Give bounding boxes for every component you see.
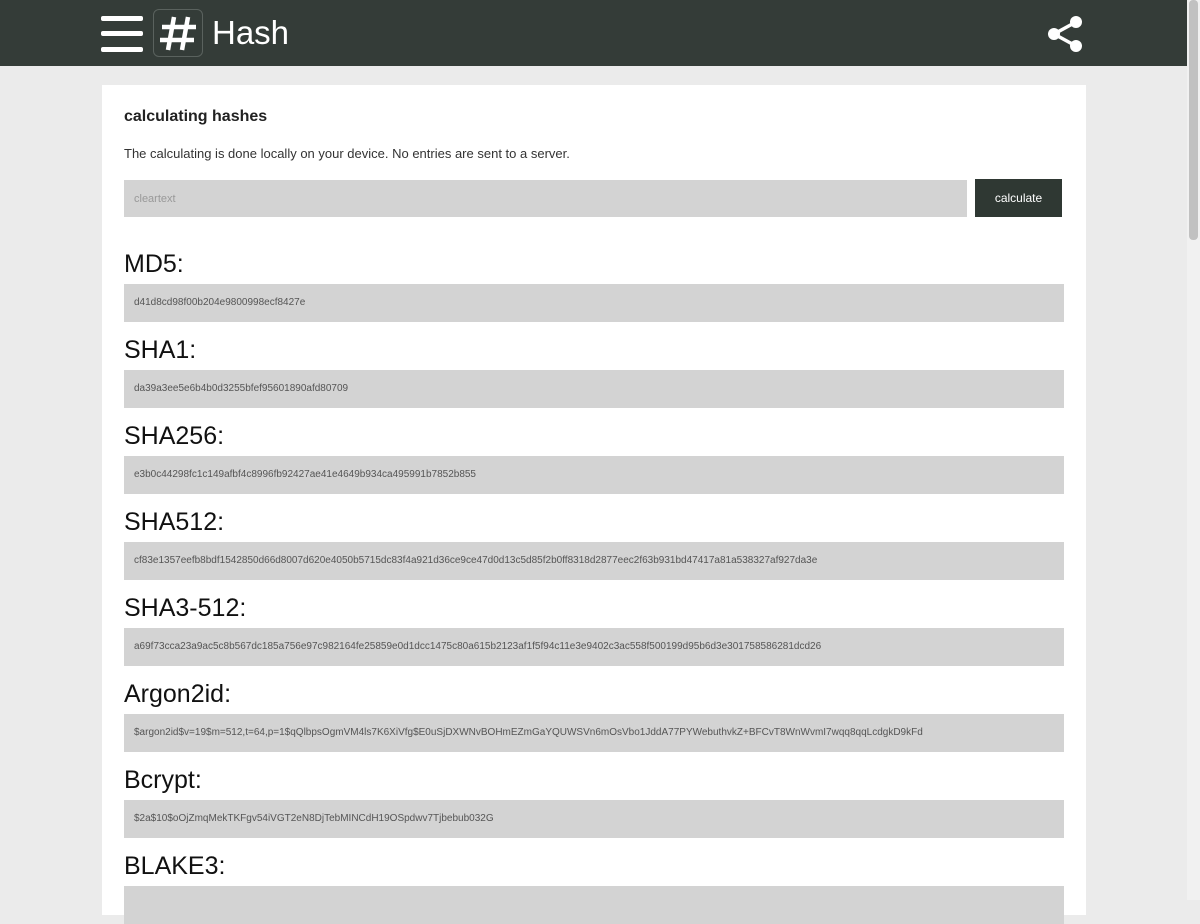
- card-title: calculating hashes: [124, 108, 268, 125]
- hash-bcrypt: Bcrypt: $2a$10$oOjZmqMekTKFgv54iVGT2eN8D…: [124, 765, 1064, 838]
- hash-sha256: SHA256: e3b0c44298fc1c149afbf4c8996fb924…: [124, 421, 1064, 494]
- hash-sha1: SHA1: da39a3ee5e6b4b0d3255bfef95601890af…: [124, 335, 1064, 408]
- app-title: Hash: [212, 14, 290, 51]
- hash-calculator-card: calculating hashes The calculating is do…: [102, 85, 1086, 924]
- hash-value-field[interactable]: $argon2id$v=19$m=512,t=64,p=1$qQlbpsOgmV…: [124, 714, 1064, 752]
- hash-label: SHA512:: [124, 508, 225, 536]
- cleartext-input[interactable]: [124, 180, 967, 217]
- app-header: Hash: [0, 0, 1187, 66]
- hash-label: MD5:: [124, 250, 184, 278]
- hash-label: BLAKE3:: [124, 852, 226, 880]
- privacy-notice: The calculating is done locally on your …: [124, 146, 570, 161]
- hash-label: SHA1:: [124, 336, 197, 364]
- share-icon[interactable]: [1045, 14, 1085, 54]
- hash-argon2id: Argon2id: $argon2id$v=19$m=512,t=64,p=1$…: [124, 679, 1064, 752]
- calculate-button[interactable]: calculate: [975, 179, 1062, 217]
- hash-md5: MD5: d41d8cd98f00b204e9800998ecf8427e: [124, 249, 1064, 322]
- hash-label: Argon2id:: [124, 680, 232, 708]
- hash-symbol-icon: [153, 9, 203, 57]
- hash-value-field[interactable]: da39a3ee5e6b4b0d3255bfef95601890afd80709: [124, 370, 1064, 408]
- hash-label: SHA3-512:: [124, 594, 247, 622]
- scrollbar-thumb[interactable]: [1189, 0, 1198, 240]
- hash-value-field[interactable]: d41d8cd98f00b204e9800998ecf8427e: [124, 284, 1064, 322]
- hash-value-field[interactable]: e3b0c44298fc1c149afbf4c8996fb92427ae41e4…: [124, 456, 1064, 494]
- hash-value-field[interactable]: a69f73cca23a9ac5c8b567dc185a756e97c98216…: [124, 628, 1064, 666]
- hash-sha512: SHA512: cf83e1357eefb8bdf1542850d66d8007…: [124, 507, 1064, 580]
- hamburger-menu-icon[interactable]: [100, 13, 144, 55]
- hash-sha3-512: SHA3-512: a69f73cca23a9ac5c8b567dc185a75…: [124, 593, 1064, 666]
- hash-label: SHA256:: [124, 422, 225, 450]
- hash-value-field[interactable]: [124, 886, 1064, 924]
- hash-value-field[interactable]: $2a$10$oOjZmqMekTKFgv54iVGT2eN8DjTebMINC…: [124, 800, 1064, 838]
- hash-value-field[interactable]: cf83e1357eefb8bdf1542850d66d8007d620e405…: [124, 542, 1064, 580]
- hash-blake3: BLAKE3:: [124, 851, 1064, 924]
- hash-label: Bcrypt:: [124, 766, 202, 794]
